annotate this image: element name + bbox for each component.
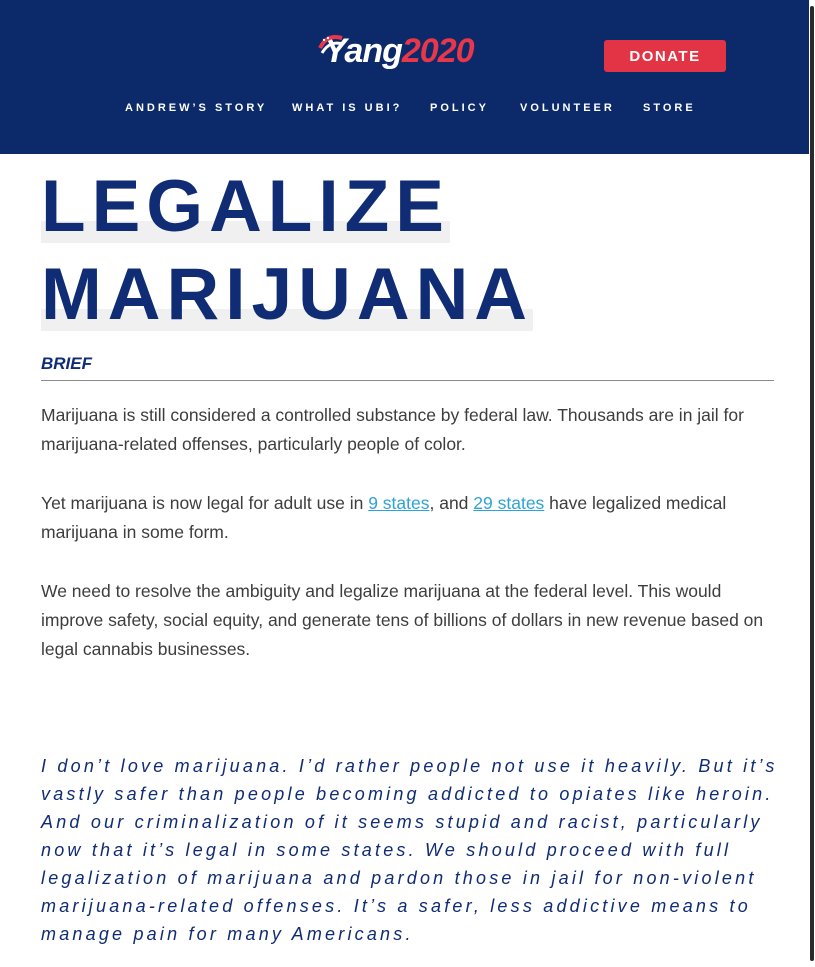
- main-nav: ANDREW’S STORY WHAT IS UBI? POLICY VOLUN…: [0, 102, 809, 116]
- title-line-2: MARIJUANA: [41, 254, 533, 335]
- site-header: Yang 2020 DONATE ANDREW’S STORY WHAT IS …: [0, 0, 809, 154]
- nav-item-volunteer[interactable]: VOLUNTEER: [520, 102, 615, 114]
- scrollbar-track[interactable]: [809, 0, 815, 967]
- nav-item-what-is-ubi[interactable]: WHAT IS UBI?: [292, 102, 402, 114]
- brief-paragraph-3: We need to resolve the ambiguity and leg…: [41, 581, 764, 659]
- link-29-states[interactable]: 29 states: [473, 493, 544, 513]
- brief-paragraph-2: Yet marijuana is now legal for adult use…: [41, 493, 727, 542]
- divider: [41, 380, 774, 381]
- title-line-1: LEGALIZE: [41, 166, 450, 247]
- donate-button[interactable]: DONATE: [604, 40, 726, 72]
- andrew-quote: I don’t love marijuana. I’d rather peopl…: [41, 756, 778, 944]
- site-logo[interactable]: Yang 2020: [318, 32, 475, 80]
- link-9-states[interactable]: 9 states: [368, 493, 429, 513]
- nav-item-andrews-story[interactable]: ANDREW’S STORY: [125, 102, 267, 114]
- nav-item-store[interactable]: STORE: [643, 102, 696, 114]
- logo-year: 2020: [401, 32, 475, 70]
- brief-paragraph-1: Marijuana is still considered a controll…: [41, 405, 744, 454]
- us-flag-swoosh-icon: [318, 35, 344, 54]
- scrollbar-thumb[interactable]: [810, 6, 814, 961]
- brief-heading: BRIEF: [41, 354, 92, 373]
- nav-item-policy[interactable]: POLICY: [430, 102, 489, 114]
- page-title: LEGALIZE MARIJUANA: [41, 163, 533, 339]
